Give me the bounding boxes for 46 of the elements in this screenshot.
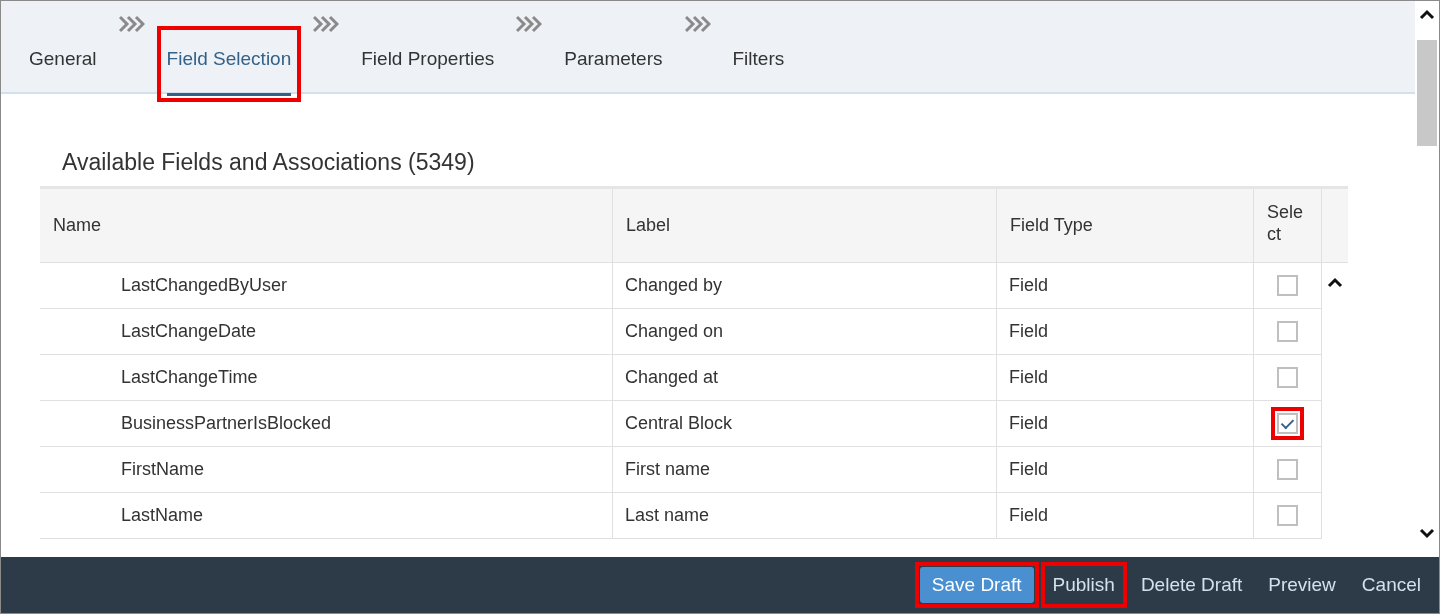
chevrons-icon: [118, 15, 145, 33]
chevrons-icon: [684, 15, 711, 33]
column-header: Sele ct: [1254, 189, 1322, 263]
scrollbar-thumb[interactable]: [1417, 40, 1437, 146]
footer-button[interactable]: Publish: [1045, 567, 1122, 603]
table-cell: LastChangeDate: [40, 309, 613, 355]
table-cell: Changed by: [613, 263, 997, 309]
table-cell: Field: [997, 355, 1254, 401]
scroll-up-icon[interactable]: [1327, 277, 1343, 288]
table-cell: Field: [997, 493, 1254, 539]
wizard-step-tab[interactable]: General: [29, 36, 97, 96]
footer-button[interactable]: Cancel: [1354, 567, 1428, 603]
select-checkbox[interactable]: [1277, 321, 1298, 342]
wizard-step-tab[interactable]: Filters: [732, 36, 785, 96]
table-cell: Changed on: [613, 309, 997, 355]
scroll-down-icon[interactable]: [1419, 528, 1435, 539]
wizard-step-tab[interactable]: Parameters: [564, 36, 663, 96]
select-checkbox[interactable]: [1277, 275, 1298, 296]
select-checkbox[interactable]: [1277, 459, 1298, 480]
table-cell: Central Block: [613, 401, 997, 447]
wizard-step-tab[interactable]: Field Properties: [361, 36, 495, 96]
table-cell: LastName: [40, 493, 613, 539]
wizard-step-tab[interactable]: Field Selection: [166, 36, 292, 96]
table-cell: FirstName: [40, 447, 613, 493]
select-checkbox[interactable]: [1277, 413, 1298, 434]
table-cell: Changed at: [613, 355, 997, 401]
column-header: Field Type: [997, 189, 1254, 263]
column-header: Name: [40, 189, 613, 263]
table-cell: LastChangedByUser: [40, 263, 613, 309]
table-cell: LastChangeTime: [40, 355, 613, 401]
chevrons-icon: [313, 15, 340, 33]
select-checkbox[interactable]: [1277, 505, 1298, 526]
table-cell: Field: [997, 401, 1254, 447]
table-cell: First name: [613, 447, 997, 493]
table-cell: Field: [997, 309, 1254, 355]
scroll-up-icon[interactable]: [1419, 9, 1435, 20]
footer-button[interactable]: Delete Draft: [1133, 567, 1250, 603]
section-title: Available Fields and Associations (5349): [62, 149, 476, 176]
chevrons-icon: [516, 15, 543, 33]
table-cell: Last name: [613, 493, 997, 539]
table-cell: Field: [997, 447, 1254, 493]
column-header: Label: [613, 189, 997, 263]
select-checkbox[interactable]: [1277, 367, 1298, 388]
table-cell: BusinessPartnerIsBlocked: [40, 401, 613, 447]
table-cell: Field: [997, 263, 1254, 309]
footer-button[interactable]: Preview: [1261, 567, 1343, 603]
